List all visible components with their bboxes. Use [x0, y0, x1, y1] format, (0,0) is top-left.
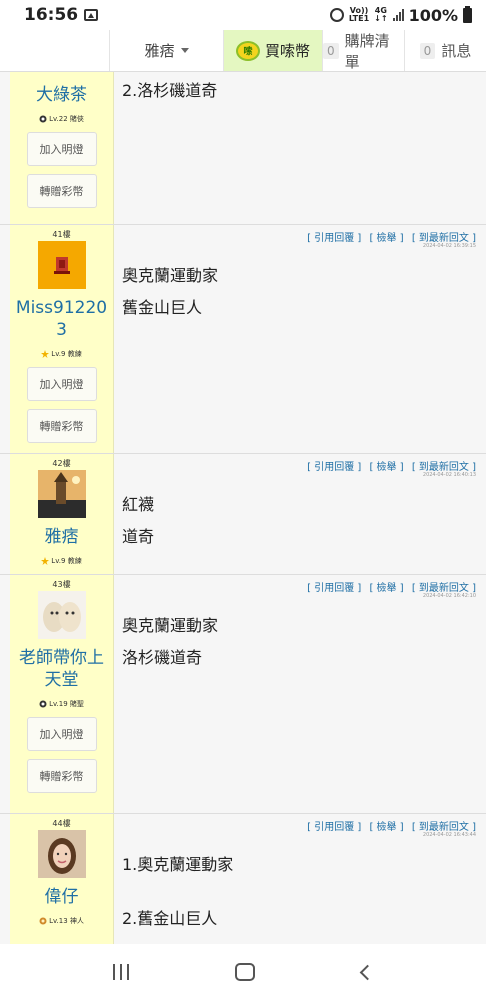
post-line: 紅襪	[122, 495, 155, 514]
floor-number: 42樓	[52, 459, 71, 468]
post-content: [ 引用回覆 ] [ 檢舉 ] [ 到最新回文 ] 2024-04-02 16:…	[114, 225, 486, 453]
add-light-button[interactable]: 加入明燈	[26, 367, 97, 401]
post: 42樓 雅痞 Lv.9 教練 [ 引用回覆 ] [ 檢舉 ] [ 到最新回文 ]…	[0, 454, 486, 575]
level-badge-icon	[39, 115, 47, 123]
post-timestamp: 2024-04-02 16:39:15	[422, 243, 476, 249]
post-actions: [ 引用回覆 ] [ 檢舉 ] [ 到最新回文 ]	[302, 229, 476, 244]
alarm-icon	[329, 8, 344, 22]
user-menu[interactable]: 雅痞	[110, 30, 224, 71]
status-right: Vo)) LTE1 4G ↓↑ 100%	[329, 5, 472, 25]
user-menu-label: 雅痞	[144, 42, 175, 60]
post-line: 2.洛杉磯道奇	[122, 81, 218, 100]
buy-coins-button[interactable]: 嗦 買嗦幣	[224, 30, 322, 71]
battery-level: 100%	[408, 5, 458, 25]
network-indicator: 4G ↓↑	[374, 6, 388, 23]
post-content: 2.洛杉磯道奇	[114, 72, 486, 224]
gallery-icon	[84, 9, 99, 21]
cart-label: 購牌清單	[344, 31, 390, 71]
author-level: Lv.9 教練	[41, 556, 82, 566]
author-name[interactable]: 老師帶你上天堂	[10, 647, 113, 691]
add-light-button[interactable]: 加入明燈	[26, 717, 97, 751]
author-level: Lv.22 賭俠	[39, 114, 84, 124]
report-link[interactable]: [ 檢舉 ]	[369, 233, 403, 244]
post-line: 2.舊金山巨人	[122, 909, 218, 928]
floor-number: 41樓	[52, 230, 71, 239]
post-author-panel: 大綠茶 Lv.22 賭俠 加入明燈 轉贈彩幣	[10, 72, 114, 224]
post-content: [ 引用回覆 ] [ 檢舉 ] [ 到最新回文 ] 2024-04-02 16:…	[114, 814, 486, 944]
post-line: 奧克蘭運動家	[122, 266, 219, 285]
messages-count: 0	[419, 42, 436, 59]
cart-link[interactable]: 0 購牌清單	[322, 30, 404, 71]
author-name[interactable]: 雅痞	[43, 526, 81, 548]
post-actions: [ 引用回覆 ] [ 檢舉 ] [ 到最新回文 ]	[302, 818, 476, 833]
avatar[interactable]	[37, 591, 86, 639]
author-name[interactable]: Miss912203	[10, 297, 113, 341]
level-badge-icon	[39, 700, 47, 708]
post-timestamp: 2024-04-02 16:43:44	[422, 832, 476, 838]
quote-reply-link[interactable]: [ 引用回覆 ]	[307, 583, 361, 594]
post: 大綠茶 Lv.22 賭俠 加入明燈 轉贈彩幣 2.洛杉磯道奇	[0, 72, 486, 225]
avatar[interactable]	[37, 830, 86, 878]
floor-number: 43樓	[52, 580, 71, 589]
avatar[interactable]	[37, 470, 86, 518]
post-actions: [ 引用回覆 ] [ 檢舉 ] [ 到最新回文 ]	[302, 458, 476, 473]
post-content: [ 引用回覆 ] [ 檢舉 ] [ 到最新回文 ] 2024-04-02 16:…	[114, 454, 486, 574]
messages-label: 訊息	[441, 42, 472, 60]
gift-coins-button[interactable]: 轉贈彩幣	[26, 409, 97, 443]
post: 41樓 Miss912203 Lv.9 教練 加入明燈 轉贈彩幣 [ 引用回覆 …	[0, 225, 486, 454]
star-icon	[41, 557, 50, 565]
chevron-down-icon	[180, 48, 189, 53]
post-author-panel: 44樓 偉仔 Lv.13 神人	[10, 814, 114, 944]
report-link[interactable]: [ 檢舉 ]	[369, 583, 403, 594]
recent-apps-icon[interactable]	[113, 964, 130, 980]
author-level: Lv.13 神人	[39, 916, 84, 926]
add-light-button[interactable]: 加入明燈	[26, 132, 97, 166]
top-nav: 雅痞 嗦 買嗦幣 0 購牌清單 0 訊息	[0, 30, 486, 72]
post-line: 奧克蘭運動家	[122, 616, 219, 635]
status-bar: 16:56 Vo)) LTE1 4G ↓↑ 100%	[0, 0, 486, 30]
buy-coins-label: 買嗦幣	[264, 42, 310, 60]
author-name[interactable]: 大綠茶	[34, 84, 89, 106]
post-content: [ 引用回覆 ] [ 檢舉 ] [ 到最新回文 ] 2024-04-02 16:…	[114, 575, 486, 813]
volte-indicator: Vo)) LTE1	[348, 6, 370, 23]
coin-icon: 嗦	[235, 40, 260, 61]
gift-coins-button[interactable]: 轉贈彩幣	[26, 759, 97, 793]
system-nav-bar	[0, 944, 486, 1000]
author-name[interactable]: 偉仔	[43, 886, 81, 908]
post: 44樓 偉仔 Lv.13 神人 [ 引用回覆 ] [ 檢舉 ] [ 到最新回文 …	[0, 814, 486, 944]
quote-reply-link[interactable]: [ 引用回覆 ]	[307, 462, 361, 473]
post-actions: [ 引用回覆 ] [ 檢舉 ] [ 到最新回文 ]	[302, 579, 476, 594]
level-badge-icon	[39, 917, 47, 925]
nav-spacer	[0, 30, 110, 71]
avatar[interactable]	[37, 241, 86, 289]
avatar-emblem-icon	[53, 257, 70, 274]
battery-icon	[463, 5, 472, 23]
cart-count: 0	[323, 42, 339, 59]
post-line: 道奇	[122, 527, 155, 546]
post: 43樓 老師帶你上天堂 Lv.19 賭聖 加入明燈 轉贈彩幣 [ 引用回覆 ] …	[0, 575, 486, 814]
quote-reply-link[interactable]: [ 引用回覆 ]	[307, 822, 361, 833]
star-icon	[41, 350, 50, 358]
floor-number: 44樓	[52, 819, 71, 828]
author-level: Lv.9 教練	[41, 349, 82, 359]
home-icon[interactable]	[235, 963, 256, 981]
post-timestamp: 2024-04-02 16:42:10	[422, 593, 476, 599]
back-icon[interactable]	[359, 964, 376, 980]
post-line: 舊金山巨人	[122, 298, 203, 317]
posts-list: 大綠茶 Lv.22 賭俠 加入明燈 轉贈彩幣 2.洛杉磯道奇 41樓 Miss9…	[0, 72, 486, 944]
post-line: 洛杉磯道奇	[122, 648, 203, 667]
post-author-panel: 42樓 雅痞 Lv.9 教練	[10, 454, 114, 574]
messages-link[interactable]: 0 訊息	[404, 30, 486, 71]
author-level: Lv.19 賭聖	[39, 699, 84, 709]
post-author-panel: 41樓 Miss912203 Lv.9 教練 加入明燈 轉贈彩幣	[10, 225, 114, 453]
post-timestamp: 2024-04-02 16:40:13	[422, 472, 476, 478]
post-author-panel: 43樓 老師帶你上天堂 Lv.19 賭聖 加入明燈 轉贈彩幣	[10, 575, 114, 813]
report-link[interactable]: [ 檢舉 ]	[369, 822, 403, 833]
report-link[interactable]: [ 檢舉 ]	[369, 462, 403, 473]
gift-coins-button[interactable]: 轉贈彩幣	[26, 174, 97, 208]
status-time: 16:56	[24, 5, 79, 25]
signal-icon	[392, 9, 404, 21]
quote-reply-link[interactable]: [ 引用回覆 ]	[307, 233, 361, 244]
post-line: 1.奧克蘭運動家	[122, 855, 234, 874]
